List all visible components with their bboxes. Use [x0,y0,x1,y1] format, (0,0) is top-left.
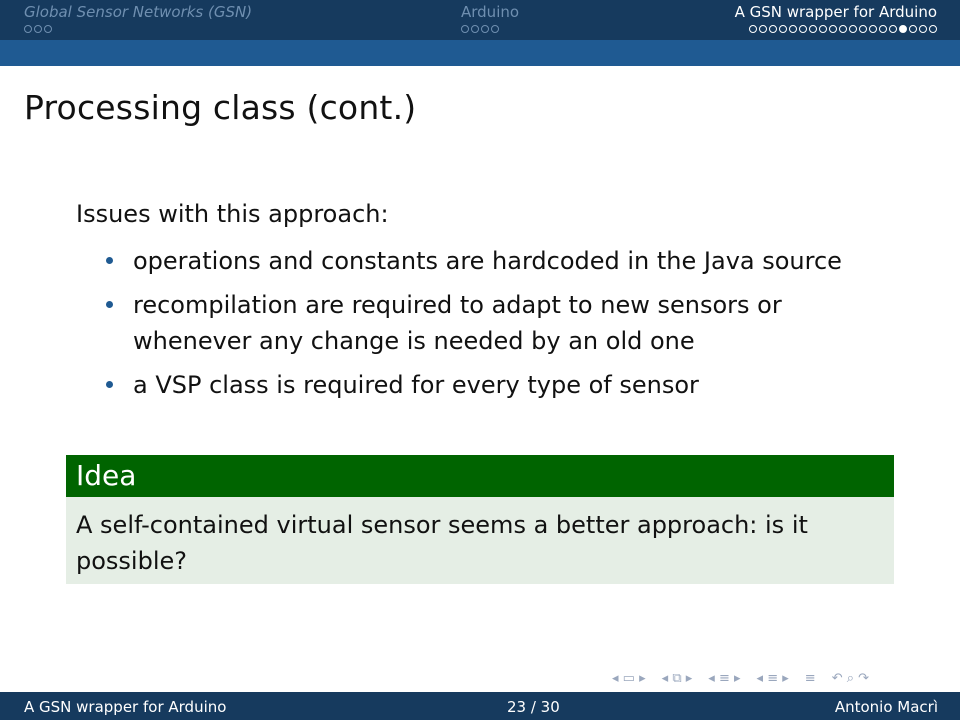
section-nav-gsn[interactable]: Global Sensor Networks (GSN) [24,3,252,33]
arrow-right-icon[interactable]: ▸ [686,671,693,686]
slide-dot[interactable] [889,25,897,33]
bullet-icon [106,381,113,388]
slide-dot[interactable] [849,25,857,33]
idea-block-text: A self-contained virtual sensor seems a … [76,511,808,575]
slide-dot[interactable] [879,25,887,33]
beamer-navigation: ◂ ▭ ▸ ◂ ⧉ ▸ ◂ ≡ ▸ ◂ ≡ ▸ ≡ ↶ ⌕ ↷ [612,671,869,686]
slide-dot[interactable] [899,25,907,33]
list-item-text: recompilation are required to adapt to n… [133,291,782,355]
list-item-text: operations and constants are hardcoded i… [133,247,842,275]
frame-icon[interactable]: ⧉ [672,671,681,686]
slide-dot[interactable] [819,25,827,33]
idea-block-title-bar: Idea [66,455,894,497]
footer-title: A GSN wrapper for Arduino [24,698,227,716]
idea-block-title: Idea [76,459,137,492]
slide-dot[interactable] [789,25,797,33]
issues-list: operations and constants are hardcoded i… [106,243,886,411]
footer-author: Antonio Macrì [834,698,938,716]
nav-frame[interactable]: ◂ ⧉ ▸ [662,671,693,686]
undo-icon[interactable]: ↶ [832,671,843,686]
section-title: Arduino [461,3,520,21]
section-nav-arduino[interactable]: Arduino [461,3,519,33]
arrow-left-icon[interactable]: ◂ [662,671,669,686]
slide-icon[interactable]: ▭ [623,671,635,686]
slide-dot[interactable] [799,25,807,33]
list-item-text: a VSP class is required for every type o… [133,371,699,399]
search-icon[interactable]: ⌕ [847,671,854,686]
slide-dots[interactable] [24,25,252,33]
slide-dots[interactable] [735,25,937,33]
idea-block: Idea A self-contained virtual sensor see… [66,455,894,584]
section-title: A GSN wrapper for Arduino [734,3,937,21]
slide-dots[interactable] [461,25,519,33]
slide-dot[interactable] [929,25,937,33]
slide-dot[interactable] [809,25,817,33]
footer-page-number: 23 / 30 [507,698,560,716]
arrow-right-icon[interactable]: ▸ [734,671,741,686]
list-item: operations and constants are hardcoded i… [106,243,886,279]
slide-dot[interactable] [909,25,917,33]
arrow-right-icon[interactable]: ▸ [782,671,789,686]
arrow-right-icon[interactable]: ▸ [639,671,646,686]
list-item: a VSP class is required for every type o… [106,367,886,403]
slide-dot[interactable] [859,25,867,33]
slide-dot[interactable] [779,25,787,33]
issues-heading: Issues with this approach: [76,200,389,228]
slide-dot[interactable] [44,25,52,33]
slide-dot[interactable] [869,25,877,33]
nav-search[interactable]: ↶ ⌕ ↷ [832,671,869,686]
slide-dot[interactable] [34,25,42,33]
arrow-left-icon[interactable]: ◂ [612,671,619,686]
slide-dot[interactable] [481,25,489,33]
bullet-icon [106,301,113,308]
slide-header: Global Sensor Networks (GSN) Arduino A G… [0,0,960,66]
align-icon[interactable]: ≡ [805,671,816,686]
slide-dot[interactable] [471,25,479,33]
slide-dot[interactable] [769,25,777,33]
arrow-left-icon[interactable]: ◂ [708,671,715,686]
section-icon[interactable]: ≡ [767,671,778,686]
frame-title: Processing class (cont.) [24,88,417,127]
redo-icon[interactable]: ↷ [858,671,869,686]
nav-subsection[interactable]: ◂ ≡ ▸ [708,671,740,686]
section-nav-wrapper[interactable]: A GSN wrapper for Arduino [735,3,937,33]
slide-dot[interactable] [919,25,927,33]
slide-dot[interactable] [491,25,499,33]
list-item: recompilation are required to adapt to n… [106,287,886,359]
slide-dot[interactable] [759,25,767,33]
nav-slide[interactable]: ◂ ▭ ▸ [612,671,646,686]
slide-dot[interactable] [24,25,32,33]
slide-dot[interactable] [829,25,837,33]
subsection-icon[interactable]: ≡ [719,671,730,686]
arrow-left-icon[interactable]: ◂ [757,671,764,686]
slide-footer: A GSN wrapper for Arduino 23 / 30 Antoni… [0,692,960,720]
section-title: Global Sensor Networks (GSN) [24,3,253,21]
slide-dot[interactable] [461,25,469,33]
header-band [0,40,960,66]
slide-dot[interactable] [749,25,757,33]
slide-dot[interactable] [839,25,847,33]
nav-section[interactable]: ◂ ≡ ▸ [757,671,789,686]
bullet-icon [106,257,113,264]
